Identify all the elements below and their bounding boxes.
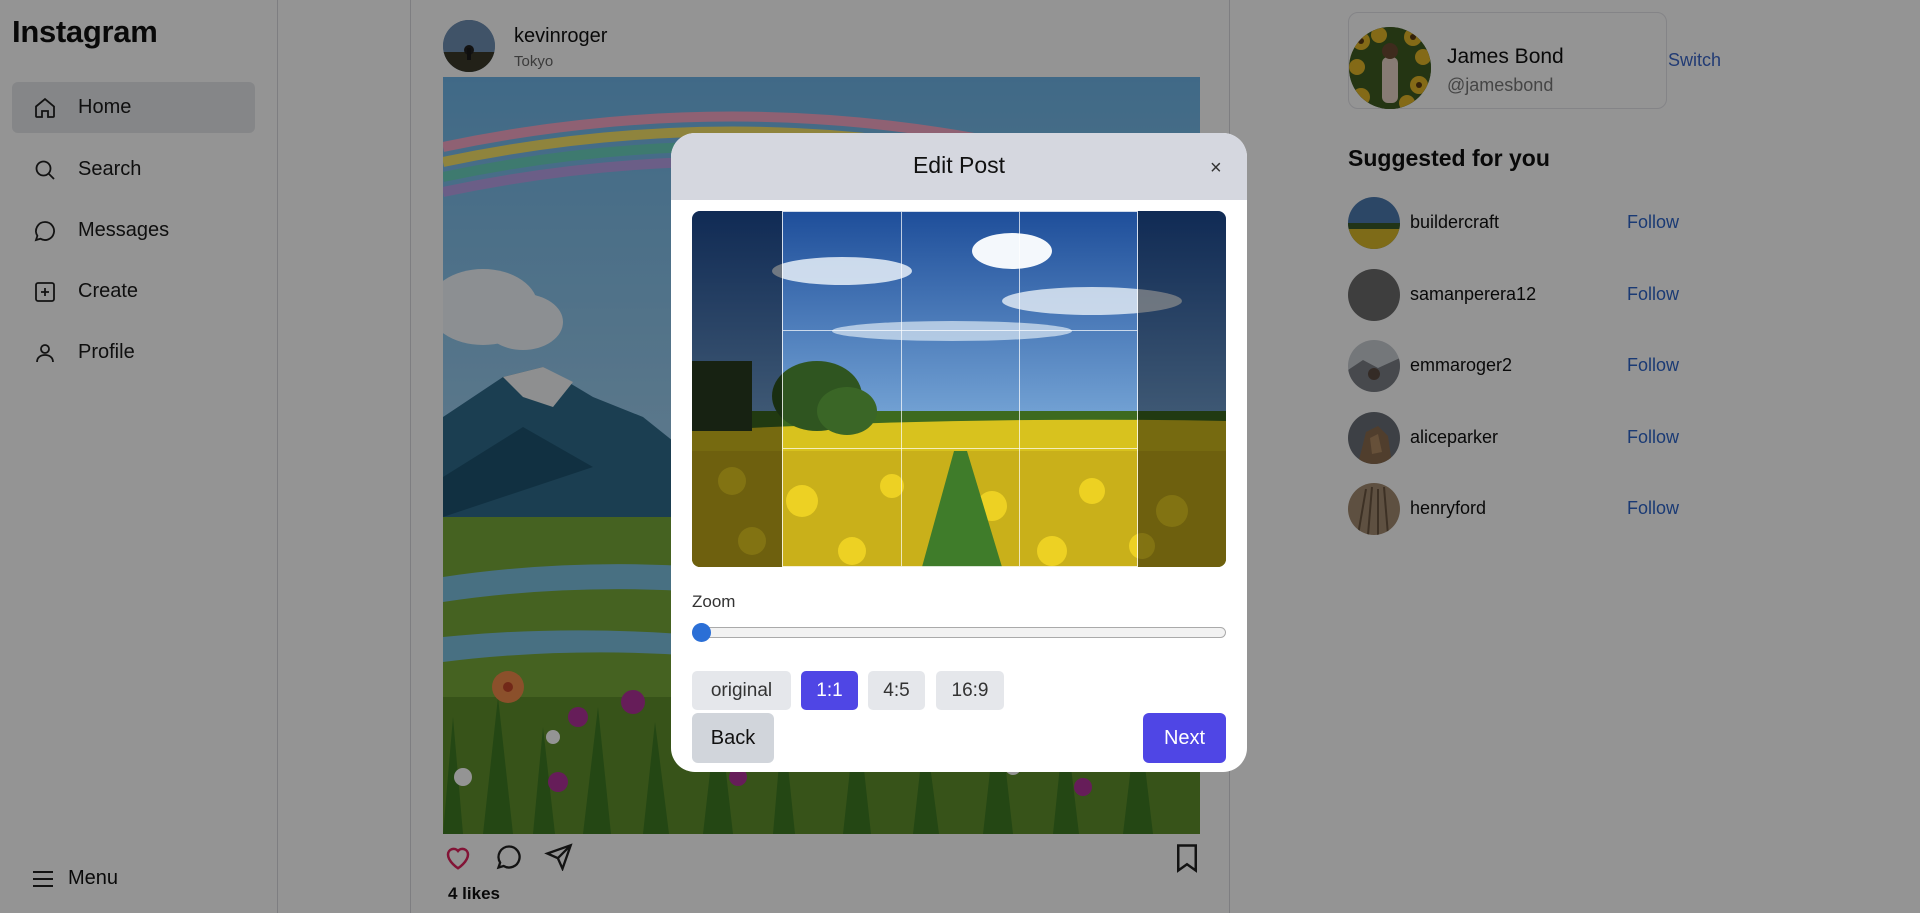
edit-post-modal: Edit Post × Zoom original 1:1 4:5 16:9 B… bbox=[671, 133, 1247, 772]
zoom-slider-thumb[interactable] bbox=[692, 623, 711, 642]
zoom-slider[interactable] bbox=[692, 627, 1226, 638]
aspect-original-button[interactable]: original bbox=[692, 671, 791, 710]
aspect-1-1-button[interactable]: 1:1 bbox=[801, 671, 858, 710]
crop-grid-line bbox=[1019, 212, 1020, 566]
crop-grid-line bbox=[783, 448, 1137, 449]
next-button[interactable]: Next bbox=[1143, 713, 1226, 763]
crop-mask-left bbox=[692, 211, 782, 567]
close-icon[interactable]: × bbox=[1210, 157, 1222, 180]
back-button[interactable]: Back bbox=[692, 713, 774, 763]
crop-mask-right bbox=[1138, 211, 1226, 567]
crop-grid-line bbox=[783, 330, 1137, 331]
crop-frame[interactable] bbox=[782, 211, 1138, 567]
crop-grid-line bbox=[901, 212, 902, 566]
zoom-label: Zoom bbox=[692, 592, 736, 611]
aspect-16-9-button[interactable]: 16:9 bbox=[936, 671, 1004, 710]
modal-title: Edit Post bbox=[912, 152, 1006, 178]
crop-area[interactable] bbox=[692, 211, 1226, 567]
aspect-4-5-button[interactable]: 4:5 bbox=[868, 671, 925, 710]
